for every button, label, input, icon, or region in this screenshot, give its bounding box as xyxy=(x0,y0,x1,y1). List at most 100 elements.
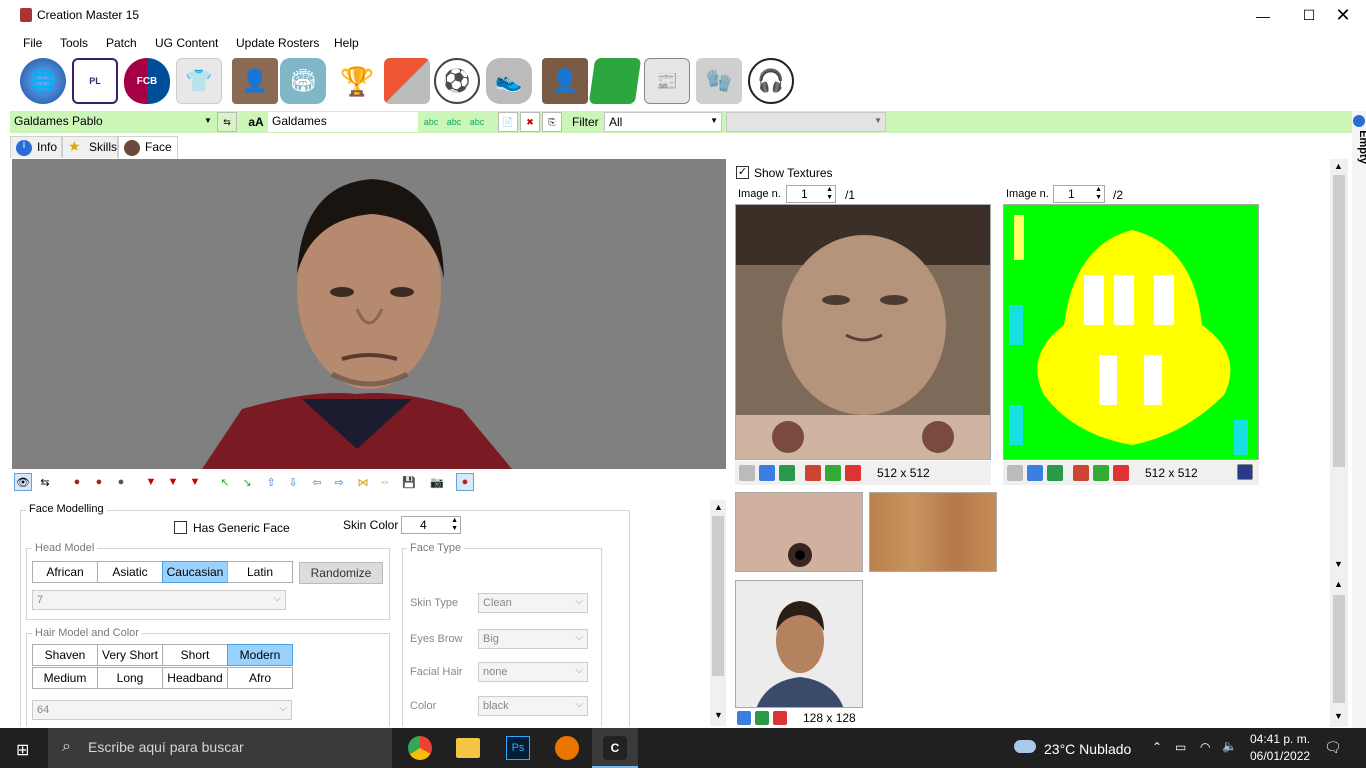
face-texture-image[interactable] xyxy=(735,204,991,460)
premier-league-icon[interactable]: PL xyxy=(72,58,118,104)
tab-face[interactable]: Face xyxy=(118,136,178,159)
import-mask-icon[interactable] xyxy=(805,465,821,481)
facial-hair-select[interactable]: none ⌵ xyxy=(478,662,588,682)
photoshop-icon[interactable]: Ps xyxy=(506,736,530,760)
headphones-icon[interactable]: 🎧 xyxy=(748,58,794,104)
swap-view-button[interactable]: ⇆ xyxy=(36,473,54,491)
filter-select[interactable]: All ▼ xyxy=(604,112,722,132)
minimize-button[interactable]: — xyxy=(1240,0,1286,31)
refresh-player-button[interactable]: ⇆ xyxy=(217,112,237,132)
boots-icon[interactable]: 👟 xyxy=(486,58,532,104)
import-icon[interactable] xyxy=(737,711,751,725)
randomize-button[interactable]: Randomize xyxy=(299,562,383,584)
player-icon[interactable]: 👤 xyxy=(232,58,278,104)
menu-patch[interactable]: Patch xyxy=(106,36,137,50)
pitch-icon[interactable] xyxy=(588,58,642,104)
head-left-button[interactable]: ● xyxy=(90,473,108,491)
hair-model-short[interactable]: Short xyxy=(162,644,228,666)
save-view-button[interactable]: 💾 xyxy=(400,473,418,491)
head-model-latin[interactable]: Latin xyxy=(227,561,293,583)
delete-icon[interactable] xyxy=(1113,465,1129,481)
eye-texture-image[interactable] xyxy=(735,492,863,572)
taskbar-search[interactable]: ⌕ Escribe aquí para buscar xyxy=(48,728,392,768)
mask-texture-image[interactable] xyxy=(1003,204,1259,460)
menu-file[interactable]: File xyxy=(23,36,42,50)
skin-type-select[interactable]: Clean ⌵ xyxy=(478,593,588,613)
notifications-icon[interactable]: 🗨 xyxy=(1324,739,1342,756)
wifi-icon[interactable]: ◠ xyxy=(1200,740,1210,754)
tab-skills[interactable]: ★ Skills xyxy=(62,136,118,158)
head-right-button[interactable]: ● xyxy=(112,473,130,491)
delete-button[interactable]: ✖ xyxy=(520,112,540,132)
palette-icon[interactable] xyxy=(1237,464,1253,480)
weather-text[interactable]: 23°C Nublado xyxy=(1044,741,1131,757)
scroll-thumb[interactable] xyxy=(712,516,724,676)
player-select[interactable]: Galdames Pablo xyxy=(10,112,212,132)
mask-image-spinner[interactable]: 1 ▲ ▼ xyxy=(1053,185,1105,203)
scroll-up-icon[interactable]: ▲ xyxy=(1334,161,1343,171)
abc-button-3[interactable]: abc xyxy=(467,112,487,132)
hair-model-afro[interactable]: Afro xyxy=(227,667,293,689)
scroll-down-icon[interactable]: ▼ xyxy=(1334,559,1343,569)
copy-button[interactable]: ⎘ xyxy=(542,112,562,132)
move-up-button[interactable]: ⇧ xyxy=(262,473,280,491)
chrome-icon[interactable] xyxy=(408,736,432,760)
hair-model-medium[interactable]: Medium xyxy=(32,667,98,689)
hair-model-headband[interactable]: Headband xyxy=(162,667,228,689)
import-icon[interactable] xyxy=(1027,465,1043,481)
delete-icon[interactable] xyxy=(773,711,787,725)
newspaper-icon[interactable]: 📰 xyxy=(644,58,690,104)
screenshot-button[interactable]: 📷 xyxy=(428,473,446,491)
import-mask-icon[interactable] xyxy=(1073,465,1089,481)
cards-icon[interactable] xyxy=(384,58,430,104)
show-textures-checkbox[interactable]: ✓ xyxy=(736,166,749,179)
hair-model-very-short[interactable]: Very Short xyxy=(97,644,163,666)
gloves-icon[interactable]: 🧤 xyxy=(696,58,742,104)
tab-info[interactable]: i Info xyxy=(10,136,62,158)
face-panel-scrollbar[interactable]: ▲ ▼ xyxy=(710,500,726,726)
scroll-down-icon[interactable]: ▼ xyxy=(714,710,723,720)
skin-color-spinner[interactable]: 4 ▲ ▼ xyxy=(401,516,461,534)
shirt-back-button[interactable]: ▼ xyxy=(164,473,182,491)
player-photo-image[interactable] xyxy=(735,580,863,708)
chevron-down-icon[interactable]: ▼ xyxy=(204,116,212,125)
hair-model-modern[interactable]: Modern xyxy=(227,644,293,666)
chevron-up-icon[interactable]: ⌃ xyxy=(1152,740,1162,754)
move-left-button[interactable]: ⇦ xyxy=(308,473,326,491)
scroll-up-icon[interactable]: ▲ xyxy=(714,502,723,512)
abc-button-2[interactable]: abc xyxy=(444,112,464,132)
menu-ug-content[interactable]: UG Content xyxy=(155,36,218,50)
menu-help[interactable]: Help xyxy=(334,36,359,50)
ball-icon[interactable]: ⚽ xyxy=(434,58,480,104)
battery-icon[interactable]: ▭ xyxy=(1175,740,1186,754)
save-icon[interactable] xyxy=(1007,465,1023,481)
close-button[interactable]: ✕ xyxy=(1320,0,1366,31)
export-icon[interactable] xyxy=(779,465,795,481)
secondary-filter-select[interactable]: ▼ xyxy=(726,112,886,132)
face-3d-viewport[interactable] xyxy=(12,159,726,469)
move-right-button[interactable]: ⇨ xyxy=(330,473,348,491)
jersey-icon[interactable]: 👕 xyxy=(176,58,222,104)
scroll-up-icon[interactable]: ▲ xyxy=(1334,579,1343,589)
import-icon[interactable] xyxy=(759,465,775,481)
face-image-spinner[interactable]: 1 ▲ ▼ xyxy=(786,185,836,203)
eyes-brow-select[interactable]: Big ⌵ xyxy=(478,629,588,649)
zoom-out-button[interactable]: ⇔ xyxy=(376,473,394,491)
head-model-asiatic[interactable]: Asiatic xyxy=(97,561,163,583)
shirt-front-button[interactable]: ▼ xyxy=(142,473,160,491)
textures-scrollbar[interactable]: ▲ ▼ ▲ ▼ xyxy=(1330,159,1348,727)
fcb-crest-icon[interactable]: FCB xyxy=(124,58,170,104)
world-icon[interactable]: 🌐 xyxy=(20,58,66,104)
head-model-select[interactable]: 7 ⌵ xyxy=(32,590,286,610)
file-explorer-icon[interactable] xyxy=(456,738,480,758)
menu-tools[interactable]: Tools xyxy=(60,36,88,50)
head-model-african[interactable]: African xyxy=(32,561,98,583)
move-down-right-button[interactable]: ↘ xyxy=(238,473,256,491)
abc-button-1[interactable]: abc xyxy=(421,112,441,132)
head-model-caucasian[interactable]: Caucasian xyxy=(162,561,228,583)
scroll-thumb[interactable] xyxy=(1333,175,1345,467)
world-cup-trophy-icon[interactable]: 🏆 xyxy=(334,58,380,104)
font-case-button[interactable]: aA xyxy=(244,112,268,132)
hair-model-select[interactable]: 64 ⌵ xyxy=(32,700,292,720)
stadium-icon[interactable]: 🏟 xyxy=(280,58,326,104)
